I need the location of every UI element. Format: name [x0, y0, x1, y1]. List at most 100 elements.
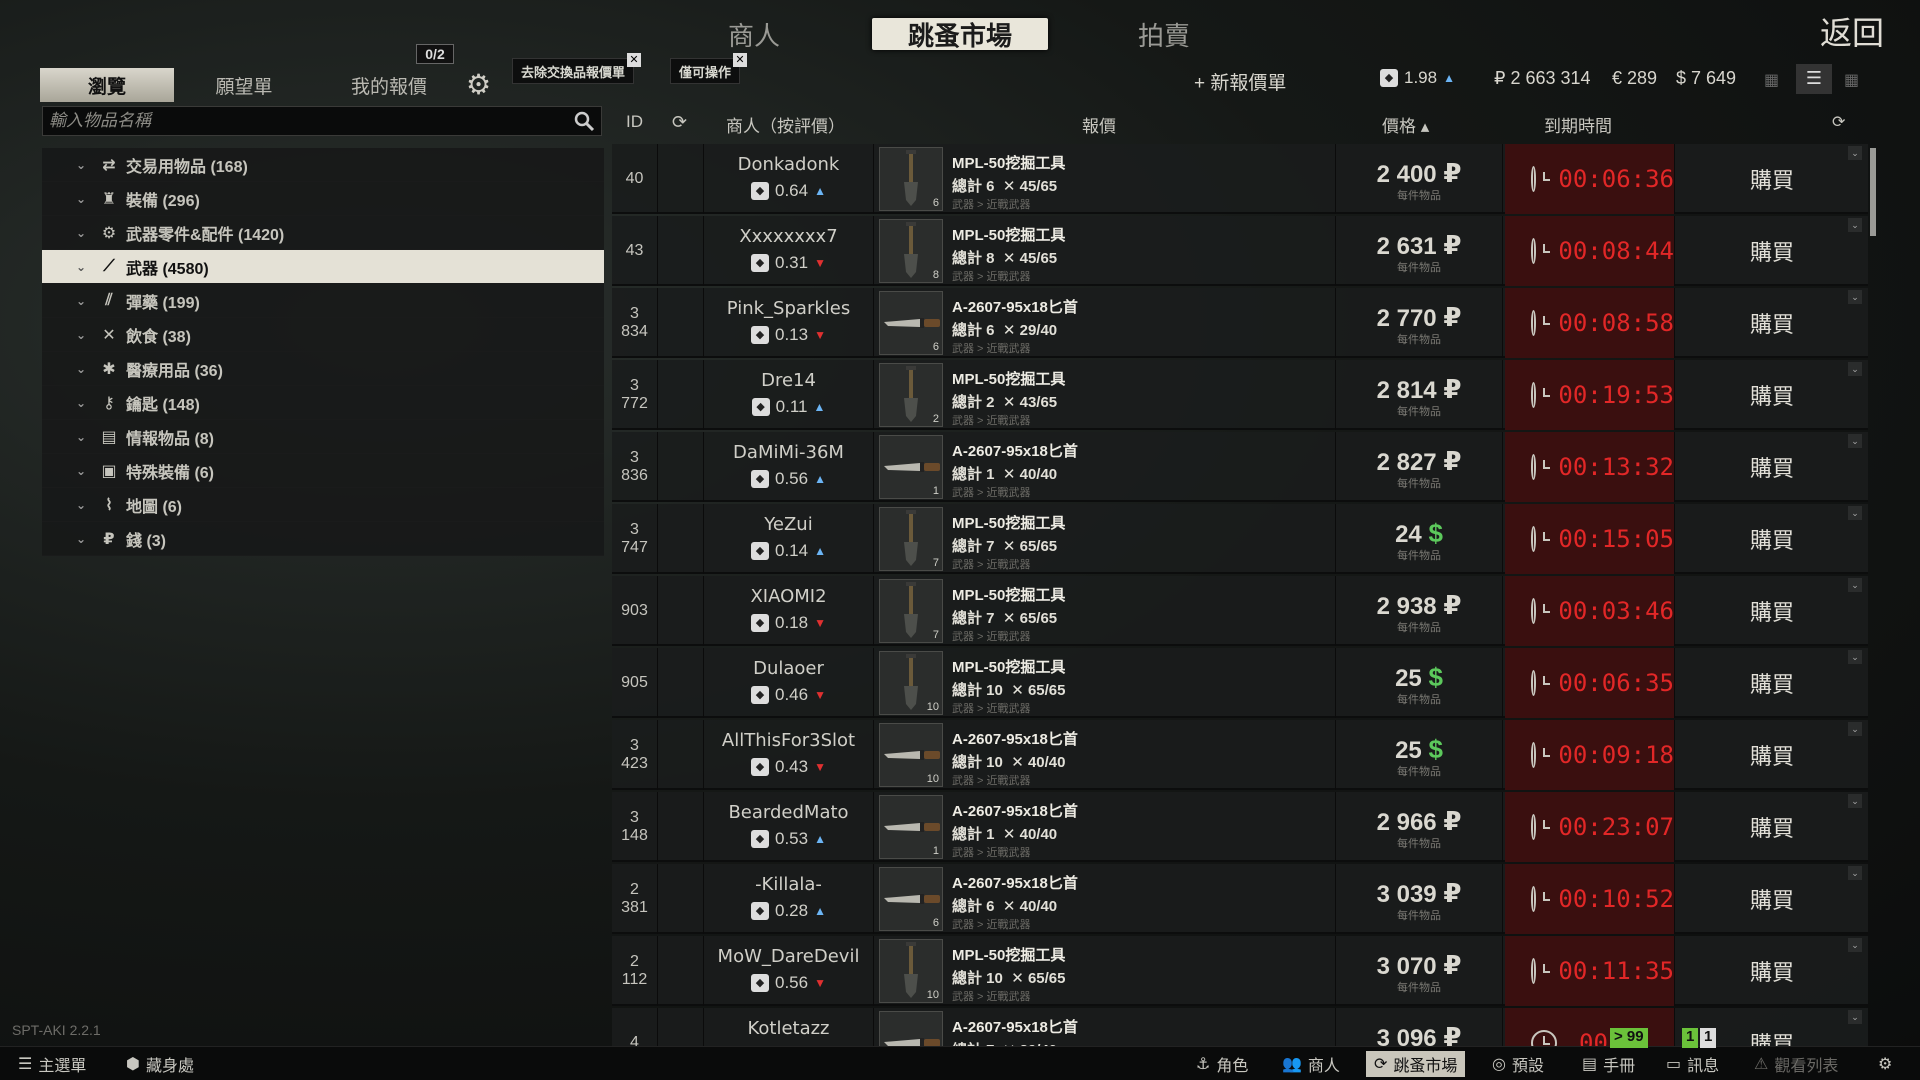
flea-market-button[interactable]: ⟳ 跳蚤市場	[1366, 1051, 1466, 1077]
merchant-name[interactable]: Dre14	[704, 370, 873, 391]
main-menu-button[interactable]: ☰ 主選單	[10, 1051, 94, 1077]
item-name[interactable]: MPL-50挖掘工具	[952, 656, 1332, 677]
merchant-name[interactable]: Donkadonk	[704, 154, 873, 175]
offer-row[interactable]: 2 381 -Killala- ◆ 0.28 ▲ 6 A-2607-95x18匕首 總計 6 ✕…	[612, 864, 1868, 934]
category-item[interactable]: ⌄ ♜ 裝備 (296)	[42, 182, 604, 216]
chevron-down-icon[interactable]: ⌄	[76, 294, 94, 308]
item-thumbnail[interactable]	[879, 1011, 943, 1046]
item-thumbnail[interactable]: 7	[879, 507, 943, 571]
chevron-down-icon[interactable]: ⌄	[76, 260, 94, 274]
item-name[interactable]: A-2607-95x18匕首	[952, 1016, 1332, 1037]
filter-remove-barter[interactable]: 去除交換品報價單 ✕	[512, 53, 642, 84]
back-button[interactable]: 返回	[1820, 8, 1884, 54]
handbook-button[interactable]: ▤ 手冊	[1574, 1051, 1643, 1077]
merchant-cell[interactable]: Dre14 ◆ 0.11 ▲	[704, 360, 874, 430]
chevron-down-icon[interactable]: ⌄	[1848, 146, 1862, 160]
tab-flea-market[interactable]: 跳蚤市場	[872, 18, 1048, 52]
offer-row[interactable]: 3 836 DaMiMi-36M ◆ 0.56 ▲ 1 A-2607-95x18匕首 總計 1 …	[612, 432, 1868, 502]
tab-wishlist[interactable]: 願望單	[194, 68, 294, 102]
settings-button[interactable]: ⚙	[1870, 1051, 1900, 1077]
merchant-name[interactable]: MoW_DareDevil	[704, 946, 873, 967]
category-item[interactable]: ⌄ ⇄ 交易用物品 (168)	[42, 148, 604, 182]
item-thumbnail[interactable]: 10	[879, 651, 943, 715]
item-thumbnail[interactable]: 7	[879, 579, 943, 643]
chevron-down-icon[interactable]: ⌄	[76, 158, 94, 172]
offer-row[interactable]: 3 834 Pink_Sparkles ◆ 0.13 ▼ 6 A-2607-95x18匕首 總計…	[612, 288, 1868, 358]
search-icon[interactable]	[573, 110, 595, 132]
buy-button[interactable]: 購買	[1677, 144, 1867, 214]
buy-button[interactable]: 購買	[1677, 216, 1867, 286]
offer-row[interactable]: 3 148 BeardedMato ◆ 0.53 ▲ 1 A-2607-95x18匕首 總計 1…	[612, 792, 1868, 862]
traders-button[interactable]: 👥 商人	[1274, 1051, 1348, 1077]
hideout-button[interactable]: ⬢ 藏身處	[118, 1051, 202, 1077]
item-thumbnail[interactable]: 6	[879, 867, 943, 931]
merchant-cell[interactable]: -Killala- ◆ 0.28 ▲	[704, 864, 874, 934]
merchant-name[interactable]: YeZui	[704, 514, 873, 535]
offer-row[interactable]: 40 Donkadonk ◆ 0.64 ▲ 6 MPL-50挖掘工具 總計 6 ✕ 45/65…	[612, 144, 1868, 214]
category-item[interactable]: ⌄ ₽ 錢 (3)	[42, 522, 604, 556]
close-icon[interactable]: ✕	[627, 53, 642, 67]
merchant-cell[interactable]: XIAOMI2 ◆ 0.18 ▼	[704, 576, 874, 646]
chevron-down-icon[interactable]: ⌄	[1848, 650, 1862, 664]
settings-gear-icon[interactable]: ⚙	[466, 68, 491, 101]
chevron-down-icon[interactable]: ⌄	[1848, 722, 1862, 736]
merchant-name[interactable]: BeardedMato	[704, 802, 873, 823]
merchant-cell[interactable]: Dulaoer ◆ 0.46 ▼	[704, 648, 874, 718]
chevron-down-icon[interactable]: ⌄	[1848, 866, 1862, 880]
category-item[interactable]: ⌄ ⌇ 地圖 (6)	[42, 488, 604, 522]
offer-row[interactable]: 3 747 YeZui ◆ 0.14 ▲ 7 MPL-50挖掘工具 總計 7 ✕ 65/65 武器…	[612, 504, 1868, 574]
item-name[interactable]: A-2607-95x18匕首	[952, 728, 1332, 749]
merchant-cell[interactable]: DaMiMi-36M ◆ 0.56 ▲	[704, 432, 874, 502]
category-item[interactable]: ⌄ ⫽ 彈藥 (199)	[42, 284, 604, 318]
chevron-down-icon[interactable]: ⌄	[1848, 794, 1862, 808]
list-view-icon[interactable]: ☰	[1796, 64, 1832, 94]
chevron-down-icon[interactable]: ⌄	[1848, 938, 1862, 952]
item-thumbnail[interactable]: 1	[879, 795, 943, 859]
chevron-down-icon[interactable]: ⌄	[76, 328, 94, 342]
category-item[interactable]: ⌄ ✱ 醫療用品 (36)	[42, 352, 604, 386]
col-expire[interactable]: 到期時間	[1544, 112, 1612, 137]
search-input[interactable]	[43, 107, 573, 135]
merchant-name[interactable]: Xxxxxxxx7	[704, 226, 873, 247]
filter-operable-only[interactable]: 僅可操作 ✕	[670, 53, 748, 84]
chevron-down-icon[interactable]: ⌄	[76, 362, 94, 376]
category-item[interactable]: ⌄ ⚙ 武器零件&配件 (1420)	[42, 216, 604, 250]
merchant-name[interactable]: Dulaoer	[704, 658, 873, 679]
chevron-down-icon[interactable]: ⌄	[1848, 362, 1862, 376]
item-thumbnail[interactable]: 10	[879, 723, 943, 787]
item-name[interactable]: A-2607-95x18匕首	[952, 296, 1332, 317]
tab-browse[interactable]: 瀏覽	[40, 68, 174, 102]
buy-button[interactable]: 購買	[1677, 504, 1867, 574]
tab-my-offers[interactable]: 我的報價	[334, 68, 444, 102]
chevron-down-icon[interactable]: ⌄	[76, 532, 94, 546]
chevron-down-icon[interactable]: ⌄	[1848, 290, 1862, 304]
buy-button[interactable]: 購買	[1677, 936, 1867, 1006]
item-thumbnail[interactable]: 2	[879, 363, 943, 427]
buy-button[interactable]: 購買	[1677, 792, 1867, 862]
buy-button[interactable]: 購買	[1677, 864, 1867, 934]
grid-large-icon[interactable]: ▦	[1844, 70, 1859, 90]
item-name[interactable]: MPL-50挖掘工具	[952, 368, 1332, 389]
item-name[interactable]: MPL-50挖掘工具	[952, 224, 1332, 245]
item-thumbnail[interactable]: 1	[879, 435, 943, 499]
buy-button[interactable]: 購買	[1677, 648, 1867, 718]
offer-row[interactable]: 905 Dulaoer ◆ 0.46 ▼ 10 MPL-50挖掘工具 總計 10 ✕ 65/6…	[612, 648, 1868, 718]
item-name[interactable]: A-2607-95x18匕首	[952, 872, 1332, 893]
merchant-name[interactable]: AllThisFor3Slot	[704, 730, 873, 751]
chevron-down-icon[interactable]: ⌄	[1848, 434, 1862, 448]
chevron-down-icon[interactable]: ⌄	[76, 226, 94, 240]
item-name[interactable]: MPL-50挖掘工具	[952, 152, 1332, 173]
buy-button[interactable]: 購買	[1677, 432, 1867, 502]
category-item[interactable]: ⌄ ⟋ 武器 (4580)	[42, 250, 604, 284]
col-merchant[interactable]: 商人（按評價）	[726, 112, 845, 137]
merchant-cell[interactable]: BeardedMato ◆ 0.53 ▲	[704, 792, 874, 862]
merchant-name[interactable]: XIAOMI2	[704, 586, 873, 607]
merchant-cell[interactable]: Pink_Sparkles ◆ 0.13 ▼	[704, 288, 874, 358]
buy-button[interactable]: 購買	[1677, 360, 1867, 430]
chevron-down-icon[interactable]: ⌄	[1848, 506, 1862, 520]
chevron-down-icon[interactable]: ⌄	[76, 464, 94, 478]
chevron-down-icon[interactable]: ⌄	[1848, 1010, 1862, 1024]
item-thumbnail[interactable]: 10	[879, 939, 943, 1003]
buy-button[interactable]: 購買	[1677, 576, 1867, 646]
refresh-icon[interactable]: ⟳	[672, 112, 687, 133]
